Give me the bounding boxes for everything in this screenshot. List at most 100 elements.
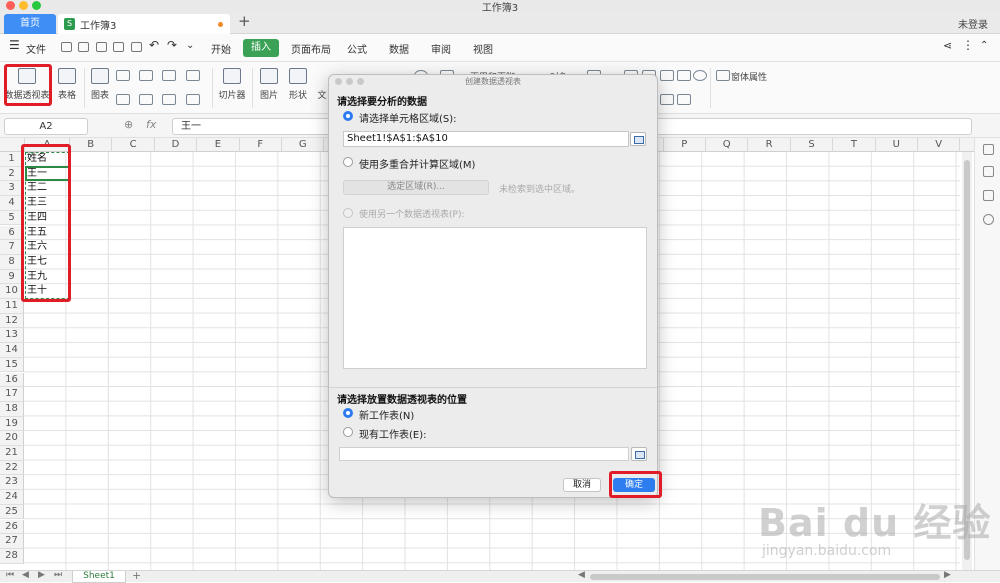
- column-header-d[interactable]: D: [154, 138, 198, 152]
- line-chart-icon[interactable]: [162, 70, 176, 81]
- save-icon[interactable]: [78, 42, 89, 52]
- radio-existing-sheet[interactable]: [343, 427, 353, 437]
- export-icon[interactable]: [96, 42, 107, 52]
- undo-icon[interactable]: ↶: [149, 38, 159, 52]
- menu-page-layout[interactable]: 页面布局: [291, 41, 331, 56]
- name-box[interactable]: A2: [4, 118, 88, 135]
- cell-range-input[interactable]: Sheet1!$A$1:$A$10: [343, 131, 629, 147]
- open-folder-icon[interactable]: [61, 42, 72, 52]
- row-header-25[interactable]: 25: [0, 504, 24, 520]
- pie-chart-icon[interactable]: [162, 94, 176, 105]
- checkbox-control-icon[interactable]: [677, 70, 691, 81]
- column-header-e[interactable]: E: [197, 138, 240, 152]
- row-header-24[interactable]: 24: [0, 490, 24, 505]
- print-icon[interactable]: [113, 42, 124, 52]
- row-header-13[interactable]: 13: [0, 328, 24, 344]
- workbook-tab[interactable]: S 工作簿3: [58, 14, 230, 34]
- menu-formulas[interactable]: 公式: [347, 41, 367, 56]
- redo-icon[interactable]: ↷: [167, 38, 177, 52]
- column-header-q[interactable]: Q: [706, 138, 749, 152]
- radio-control-icon[interactable]: [693, 70, 707, 81]
- pivot-list-box[interactable]: [343, 227, 647, 369]
- row-header-14[interactable]: 14: [0, 343, 24, 358]
- first-sheet-icon[interactable]: ⏮: [6, 570, 14, 580]
- cancel-button[interactable]: 取消: [563, 478, 601, 492]
- quick-access-more-icon[interactable]: ⌄: [186, 40, 194, 51]
- zoom-lookup-icon[interactable]: ⊕: [124, 118, 133, 131]
- row-header-23[interactable]: 23: [0, 475, 24, 491]
- radio-new-sheet[interactable]: [343, 408, 353, 418]
- radio-cell-range[interactable]: [343, 111, 353, 121]
- row-header-12[interactable]: 12: [0, 313, 24, 329]
- column-header-f[interactable]: F: [239, 138, 282, 152]
- hamburger-menu-icon[interactable]: ☰: [9, 38, 20, 52]
- pointer-tool-icon[interactable]: [983, 144, 994, 155]
- radio-other-pivot-label[interactable]: 使用另一个数据透视表(P):: [359, 207, 464, 220]
- menu-data[interactable]: 数据: [389, 41, 409, 56]
- form-control-icon[interactable]: [677, 94, 691, 105]
- area-chart-icon[interactable]: [116, 94, 130, 105]
- column-header-v[interactable]: V: [918, 138, 961, 152]
- row-header-11[interactable]: 11: [0, 299, 24, 314]
- column-header-g[interactable]: G: [282, 138, 325, 152]
- radar-chart-icon[interactable]: [186, 70, 200, 81]
- menu-view[interactable]: 视图: [473, 41, 493, 56]
- shape-button[interactable]: 形状: [285, 66, 311, 101]
- picture-button[interactable]: 图片: [258, 66, 280, 101]
- existing-sheet-location-input[interactable]: [339, 447, 629, 461]
- column-header-b[interactable]: B: [70, 138, 113, 152]
- login-status[interactable]: 未登录: [958, 16, 988, 31]
- task-pane-icon[interactable]: [983, 190, 994, 201]
- history-icon[interactable]: [983, 214, 994, 225]
- share-icon[interactable]: ⋖: [943, 39, 952, 52]
- fx-icon[interactable]: fx: [146, 118, 156, 131]
- radio-other-pivot[interactable]: [343, 208, 353, 218]
- radio-new-sheet-label[interactable]: 新工作表(N): [359, 407, 414, 422]
- row-header-26[interactable]: 26: [0, 519, 24, 535]
- radio-cell-range-label[interactable]: 请选择单元格区域(S):: [359, 110, 457, 125]
- new-tab-button[interactable]: +: [238, 12, 251, 30]
- row-header-18[interactable]: 18: [0, 401, 24, 417]
- last-sheet-icon[interactable]: ⏭: [54, 570, 62, 580]
- scroll-right-icon[interactable]: ▶: [944, 570, 951, 580]
- slicer-button[interactable]: 切片器: [217, 66, 247, 101]
- add-sheet-button[interactable]: +: [132, 569, 141, 582]
- collapse-ribbon-icon[interactable]: ⌃: [980, 40, 988, 51]
- next-sheet-icon[interactable]: ▶: [38, 570, 45, 580]
- form-control-icon[interactable]: [660, 70, 674, 81]
- row-header-28[interactable]: 28: [0, 548, 24, 564]
- location-picker-button[interactable]: [631, 447, 647, 461]
- column-header-r[interactable]: R: [748, 138, 791, 152]
- stock-chart-icon[interactable]: [139, 94, 153, 105]
- column-header-c[interactable]: C: [112, 138, 155, 152]
- form-properties-button[interactable]: 窗体属性: [731, 70, 767, 83]
- adjust-settings-icon[interactable]: [983, 166, 994, 177]
- table-button[interactable]: 表格: [56, 66, 78, 101]
- column-header-u[interactable]: U: [875, 138, 918, 152]
- column-header-s[interactable]: S: [790, 138, 834, 152]
- more-options-icon[interactable]: ⋮: [962, 38, 974, 52]
- range-picker-button[interactable]: [630, 132, 646, 146]
- row-header-21[interactable]: 21: [0, 446, 24, 461]
- column-header-t[interactable]: T: [833, 138, 876, 152]
- column-chart-icon[interactable]: [116, 70, 130, 81]
- prev-sheet-icon[interactable]: ◀: [22, 570, 29, 580]
- radio-multiple-consolidation[interactable]: [343, 157, 353, 167]
- row-header-22[interactable]: 22: [0, 460, 24, 476]
- select-area-button[interactable]: 选定区域(R)...: [343, 180, 489, 195]
- scatter-chart-icon[interactable]: [186, 94, 200, 105]
- radio-existing-sheet-label[interactable]: 现有工作表(E):: [359, 426, 427, 441]
- radio-multiple-consolidation-label[interactable]: 使用多重合并计算区域(M): [359, 156, 475, 171]
- row-header-20[interactable]: 20: [0, 431, 24, 446]
- menu-home[interactable]: 开始: [211, 41, 231, 56]
- bar-chart-icon[interactable]: [139, 70, 153, 81]
- row-header-16[interactable]: 16: [0, 372, 24, 388]
- column-header-p[interactable]: P: [663, 138, 706, 152]
- row-header-19[interactable]: 19: [0, 416, 24, 432]
- row-header-17[interactable]: 17: [0, 387, 24, 402]
- row-header-27[interactable]: 27: [0, 534, 24, 549]
- menu-review[interactable]: 审阅: [431, 41, 451, 56]
- sheet-tab-sheet1[interactable]: Sheet1: [72, 571, 126, 583]
- home-tab[interactable]: 首页: [4, 14, 56, 34]
- horizontal-scroll-thumb[interactable]: [590, 574, 940, 580]
